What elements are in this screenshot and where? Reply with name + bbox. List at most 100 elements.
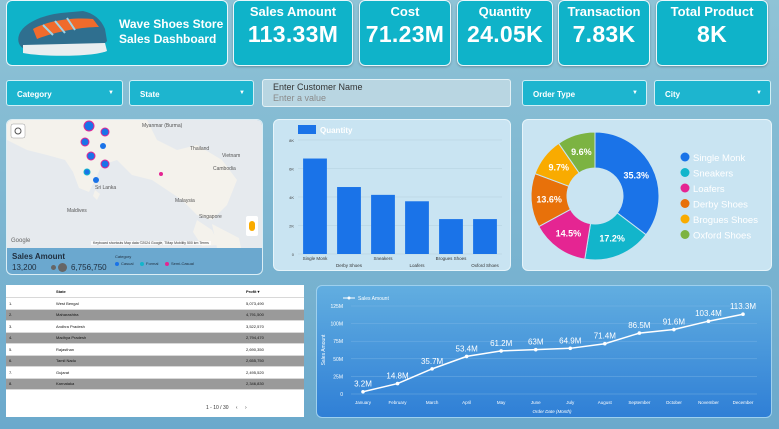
bar bbox=[473, 219, 497, 254]
legend-label: Sneakers bbox=[693, 169, 733, 180]
y-tick-label: 6K bbox=[289, 167, 294, 172]
data-point bbox=[568, 346, 573, 351]
legend-swatch bbox=[298, 125, 316, 134]
state-header[interactable]: State bbox=[56, 289, 246, 294]
legend-casual: Casual bbox=[121, 261, 134, 266]
data-point bbox=[533, 347, 538, 352]
y-tick-label: 25M bbox=[333, 374, 343, 380]
legend-size-large bbox=[58, 263, 67, 272]
profit-cell: 2,655,750 bbox=[246, 358, 264, 364]
kpi-total-product: Total Product 8K bbox=[656, 0, 768, 66]
y-tick-label: 2K bbox=[289, 224, 294, 229]
profit-cell: 5,073,490 bbox=[246, 300, 264, 306]
table-header: State Profit ▾ bbox=[6, 285, 304, 298]
table-row[interactable]: 5. Rajasthan 2,690,350 bbox=[6, 344, 304, 356]
table-row[interactable]: 8. Karnataka 2,346,830 bbox=[6, 378, 304, 390]
sales-line-chart: Sales Amount 0 25M 50M 75M 100M 125M Sales Amou… bbox=[321, 296, 757, 414]
profit-cell: 4,791,500 bbox=[246, 312, 264, 318]
row-index: 2. bbox=[9, 312, 13, 318]
legend-dot bbox=[680, 199, 690, 208]
legend-dot-formal bbox=[140, 262, 144, 266]
y-axis-label: Sales Amount bbox=[321, 334, 327, 365]
data-label: 91.6M bbox=[663, 318, 686, 327]
kpi-quantity: Quantity 24.05K bbox=[457, 0, 553, 66]
table-row[interactable]: 7. Gujarat 2,495,520 bbox=[6, 367, 304, 379]
legend-label: Derby Shoes bbox=[693, 200, 748, 211]
category-filter[interactable]: Category ▼ bbox=[6, 80, 123, 106]
map-bubble bbox=[80, 137, 90, 147]
kpi-label: Quantity bbox=[478, 4, 532, 19]
table-row[interactable]: 6. Tamil Nadu 2,655,750 bbox=[6, 355, 304, 367]
y-tick-label: 75M bbox=[333, 339, 343, 345]
chevron-down-icon: ▼ bbox=[632, 90, 638, 96]
quantity-bar-chart: Quantity 0 2K 4K 6K 8K Single Monk Derby Shoes S… bbox=[289, 125, 502, 268]
bar bbox=[439, 219, 463, 254]
table-row[interactable]: 1. West Bengal 5,073,490 bbox=[6, 298, 304, 310]
state-filter[interactable]: State ▼ bbox=[129, 80, 254, 106]
slice-label: 9.6% bbox=[571, 147, 592, 157]
y-tick-label: 100M bbox=[330, 322, 343, 328]
pegman-icon[interactable] bbox=[246, 216, 258, 236]
legend-label: Quantity bbox=[320, 126, 353, 135]
map-bubble bbox=[100, 127, 110, 137]
prev-page-icon[interactable]: ‹ bbox=[236, 405, 238, 411]
legend-min: 13,200 bbox=[12, 263, 37, 272]
customer-name-placeholder: Enter a value bbox=[273, 93, 327, 103]
x-tick-label: November bbox=[698, 400, 719, 405]
state-cell: Maharashtra bbox=[56, 312, 79, 318]
map-bubbles[interactable] bbox=[7, 120, 263, 248]
row-index: 3. bbox=[9, 323, 13, 329]
profit-cell: 2,690,350 bbox=[246, 346, 264, 352]
legend-label: Single Monk bbox=[693, 153, 746, 164]
table-row[interactable]: 2. Maharashtra 4,791,500 bbox=[6, 309, 304, 321]
row-index: 5. bbox=[9, 346, 13, 352]
x-tick-label: February bbox=[389, 400, 408, 405]
chevron-down-icon: ▼ bbox=[756, 90, 762, 96]
slice-label: 14.5% bbox=[556, 229, 582, 239]
row-index: 6. bbox=[9, 358, 13, 364]
table-pager[interactable]: 1 - 10 / 30 ‹ › bbox=[206, 405, 247, 411]
data-label: 53.4M bbox=[456, 344, 479, 353]
sales-line-chart-panel: Sales Amount 0 25M 50M 75M 100M 125M Sales Amou… bbox=[316, 285, 772, 418]
kpi-label: Transaction bbox=[567, 4, 641, 19]
table-row[interactable]: 4. Madhya Pradesh 2,794,470 bbox=[6, 332, 304, 344]
legend-label: Brogues Shoes bbox=[693, 215, 758, 226]
data-point bbox=[361, 389, 365, 394]
customer-name-input[interactable]: Enter Customer Name Enter a value bbox=[262, 79, 511, 107]
profit-header[interactable]: Profit ▾ bbox=[246, 289, 304, 294]
data-label: 3.2M bbox=[354, 380, 372, 389]
y-tick-label: 4K bbox=[289, 195, 294, 200]
x-tick-label: October bbox=[666, 400, 683, 405]
row-index: 8. bbox=[9, 381, 13, 387]
profit-cell: 2,794,470 bbox=[246, 335, 264, 341]
table-row[interactable]: 3. Andhra Pradesh 3,522,570 bbox=[6, 321, 304, 333]
x-tick-label: August bbox=[598, 400, 613, 405]
profit-cell: 2,495,520 bbox=[246, 369, 264, 375]
x-tick-label: July bbox=[566, 400, 575, 405]
map-panel[interactable]: Myanmar (Burma) Thailand Vietnam Cambodi… bbox=[6, 119, 263, 275]
legend-marker bbox=[347, 296, 351, 300]
x-axis-label: Order Date (Month) bbox=[532, 409, 572, 414]
x-tick-label: January bbox=[355, 400, 372, 405]
city-filter[interactable]: City ▼ bbox=[654, 80, 771, 106]
kpi-value: 7.83K bbox=[572, 21, 636, 47]
data-label: 63M bbox=[528, 338, 544, 347]
map-bubble bbox=[159, 172, 163, 176]
slice-label: 35.3% bbox=[623, 171, 649, 181]
legend-label: Sales Amount bbox=[358, 296, 389, 302]
data-point bbox=[672, 327, 676, 332]
x-tick-label: April bbox=[462, 400, 471, 405]
map-bubble bbox=[100, 159, 110, 169]
next-page-icon[interactable]: › bbox=[245, 405, 247, 411]
dashboard-title: Wave Shoes Store Sales Dashboard bbox=[119, 17, 224, 46]
slice-label: 13.6% bbox=[536, 194, 562, 204]
x-tick-label: Single Monk bbox=[303, 256, 329, 261]
order-type-filter[interactable]: Order Type ▼ bbox=[522, 80, 647, 106]
data-label: 86.5M bbox=[628, 321, 651, 330]
data-point bbox=[499, 349, 503, 353]
kpi-transaction: Transaction 7.83K bbox=[558, 0, 650, 66]
donut-chart-panel: 35.3% Single Monk 17.2% Sneakers 14.5% Loafer… bbox=[522, 119, 772, 271]
kpi-value: 71.23M bbox=[365, 21, 445, 47]
state-cell: Andhra Pradesh bbox=[56, 323, 85, 329]
legend-dot bbox=[680, 152, 690, 162]
